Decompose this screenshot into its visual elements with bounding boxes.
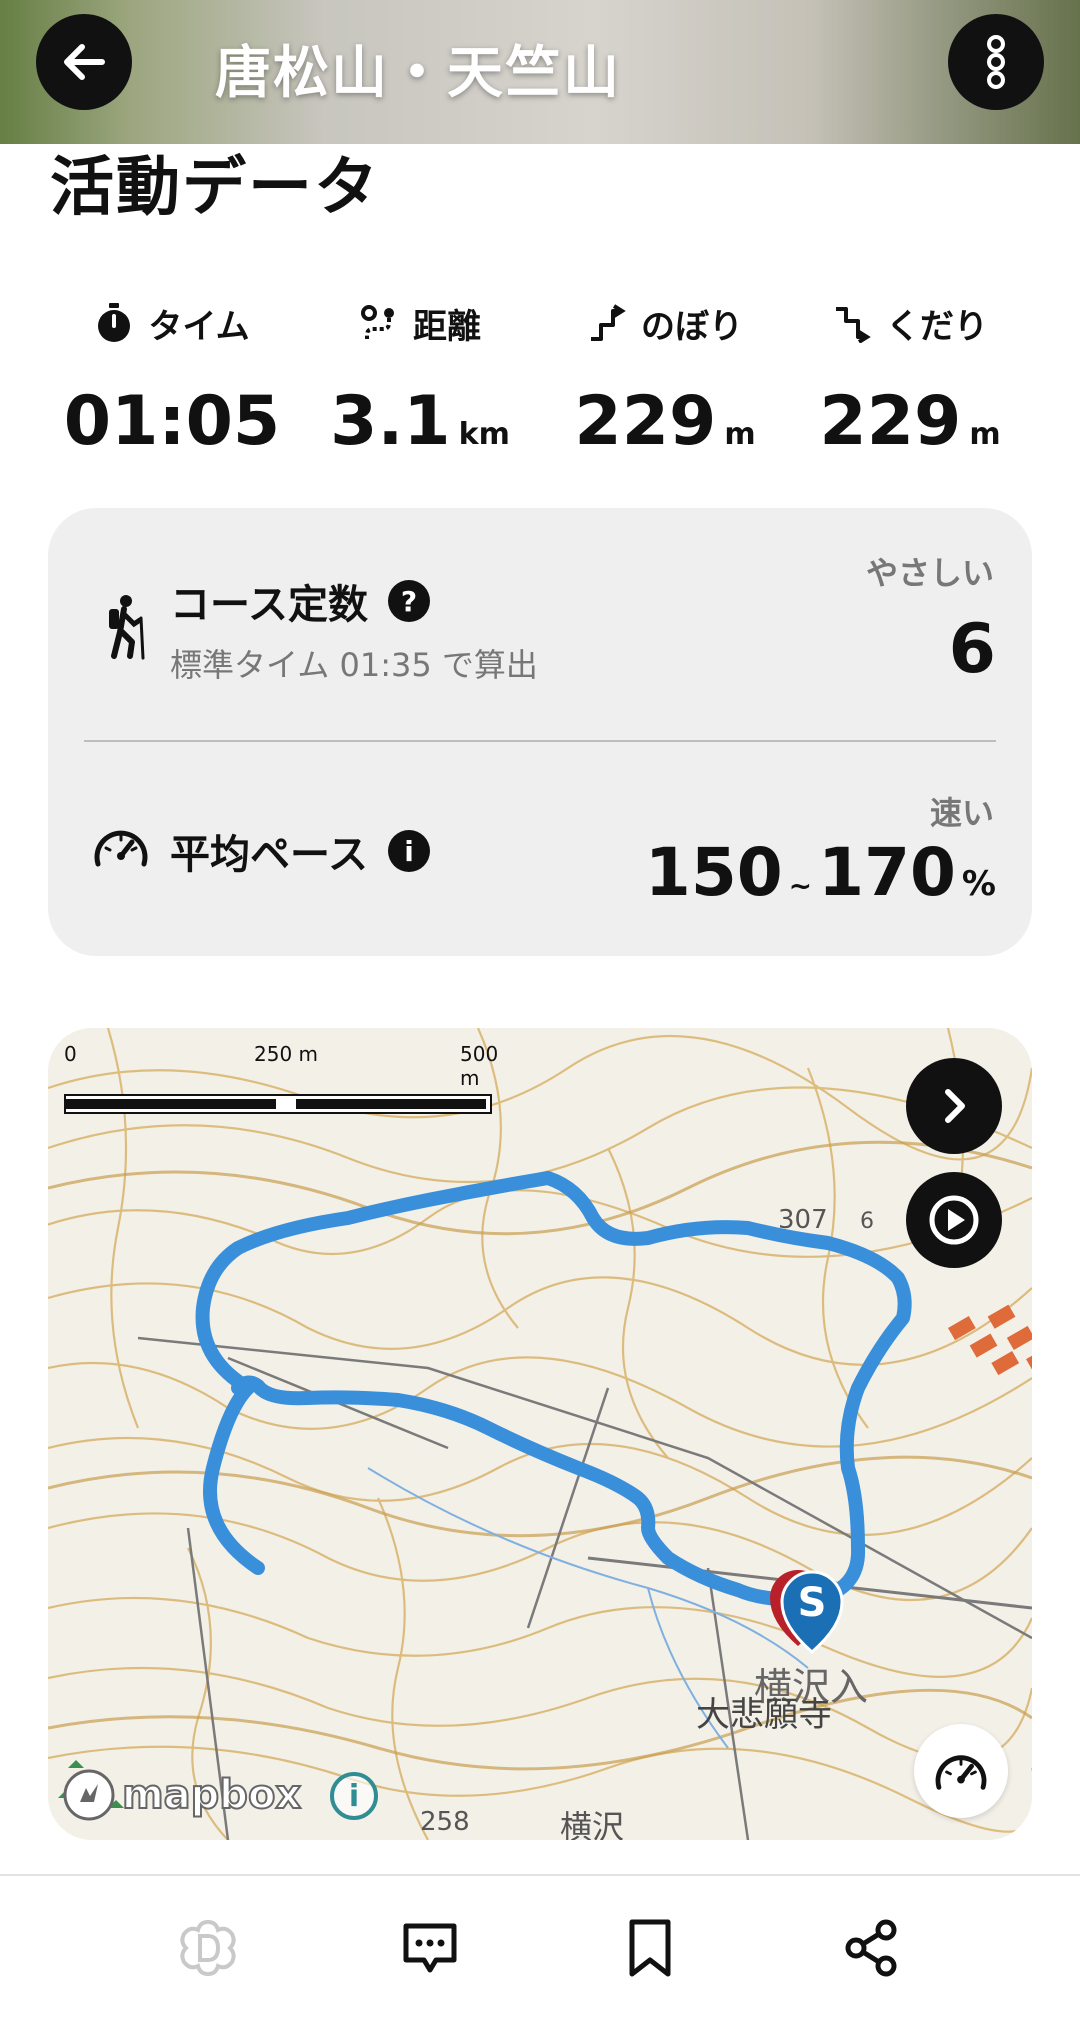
range-separator: ~: [788, 869, 813, 902]
bookmark-button[interactable]: [614, 1912, 686, 1984]
diary-button[interactable]: [172, 1912, 244, 1984]
stat-label: 距離: [413, 306, 481, 347]
attribution-info-button[interactable]: i: [330, 1772, 378, 1820]
hiker-icon: [109, 595, 145, 660]
speedometer-icon: [935, 1755, 987, 1790]
help-icon[interactable]: ?: [388, 580, 430, 622]
divider: [84, 740, 996, 742]
pace-max: 170: [818, 834, 956, 911]
map-label-marker: 6: [860, 1209, 874, 1234]
back-button[interactable]: [36, 14, 132, 110]
next-button[interactable]: [906, 1058, 1002, 1154]
stat-value: 229: [574, 382, 717, 461]
uphill-icon: [591, 304, 626, 341]
screen: 唐松山・天竺山 活動データ タイム 01:05 距離 3.1 km のぼり 22…: [0, 0, 1080, 2018]
play-button[interactable]: [906, 1172, 1002, 1268]
arrow-left-icon: [64, 44, 105, 80]
stat-time: タイム 01:05: [52, 295, 292, 457]
play-icon: [929, 1195, 979, 1245]
course-constant-value: 6: [948, 610, 996, 689]
speed-map-button[interactable]: [914, 1724, 1008, 1818]
bookmark-icon: [629, 1919, 671, 1977]
course-constant-title: コース定数: [170, 582, 368, 628]
share-icon: [845, 1919, 897, 1977]
mapbox-logo: mapbox: [62, 1768, 302, 1822]
scale-label: 500 m: [460, 1042, 499, 1090]
scale-bar: [64, 1094, 492, 1114]
pace-range: 150 ~ 170 %: [645, 834, 996, 911]
route-map[interactable]: 307 6 横沢入 258 横沢 大悲願寺 S 0 250 m 500 m ma…: [48, 1028, 1032, 1840]
header: 唐松山・天竺山: [0, 0, 1080, 144]
comment-icon: [403, 1923, 457, 1973]
topographic-map: 307 6 横沢入 258 横沢 大悲願寺 S: [48, 1028, 1032, 1840]
course-constant-subtitle: 標準タイム 01:35 で算出: [170, 646, 538, 684]
more-vertical-icon: [987, 35, 1005, 89]
diary-icon: [180, 1919, 236, 1977]
course-stats-card: コース定数 ? 標準タイム 01:35 で算出 やさしい 6 平均ペース i 速…: [48, 508, 1032, 956]
section-title: 活動データ: [50, 151, 380, 225]
stat-distance: 距離 3.1 km: [300, 295, 540, 470]
stat-label: のぼり: [641, 306, 743, 347]
chevron-right-icon: [945, 1089, 965, 1123]
map-scale: 0 250 m 500 m: [64, 1042, 504, 1132]
stat-descent: くだり 229 m: [790, 295, 1030, 470]
scale-label: 0: [64, 1042, 77, 1066]
map-label-temple: 大悲願寺: [696, 1695, 832, 1735]
map-label-yokosawa: 横沢: [560, 1808, 624, 1840]
bottom-nav: [0, 1874, 1080, 2018]
more-options-button[interactable]: [948, 14, 1044, 110]
stat-label: タイム: [148, 306, 250, 347]
stat-value: 3.1: [330, 382, 451, 461]
stopwatch-icon: [98, 303, 131, 342]
pace-tag: 速い: [929, 794, 994, 832]
comment-button[interactable]: [394, 1912, 466, 1984]
downhill-icon: [836, 307, 871, 343]
stat-value: 01:05: [63, 382, 281, 461]
map-label-elevation2: 258: [420, 1807, 470, 1837]
stat-unit: km: [458, 417, 510, 452]
difficulty-tag: やさしい: [865, 554, 994, 592]
stat-value: 229: [819, 382, 962, 461]
info-icon[interactable]: i: [388, 830, 430, 872]
scale-label: 250 m: [254, 1042, 319, 1066]
pace-unit: %: [961, 864, 996, 904]
average-pace-title: 平均ペース: [170, 832, 368, 878]
stat-label: くだり: [886, 306, 988, 347]
page-title: 唐松山・天竺山: [215, 41, 621, 106]
speedometer-icon: [94, 830, 148, 867]
mapbox-wordmark: mapbox: [121, 1771, 302, 1819]
pace-min: 150: [644, 834, 783, 911]
route-icon: [361, 305, 394, 339]
stat-ascent: のぼり 229 m: [545, 295, 785, 470]
mapbox-mark-icon: [63, 1769, 115, 1821]
stat-unit: m: [724, 417, 756, 452]
start-marker-label: S: [798, 1580, 827, 1626]
share-button[interactable]: [836, 1912, 908, 1984]
stat-unit: m: [969, 417, 1001, 452]
